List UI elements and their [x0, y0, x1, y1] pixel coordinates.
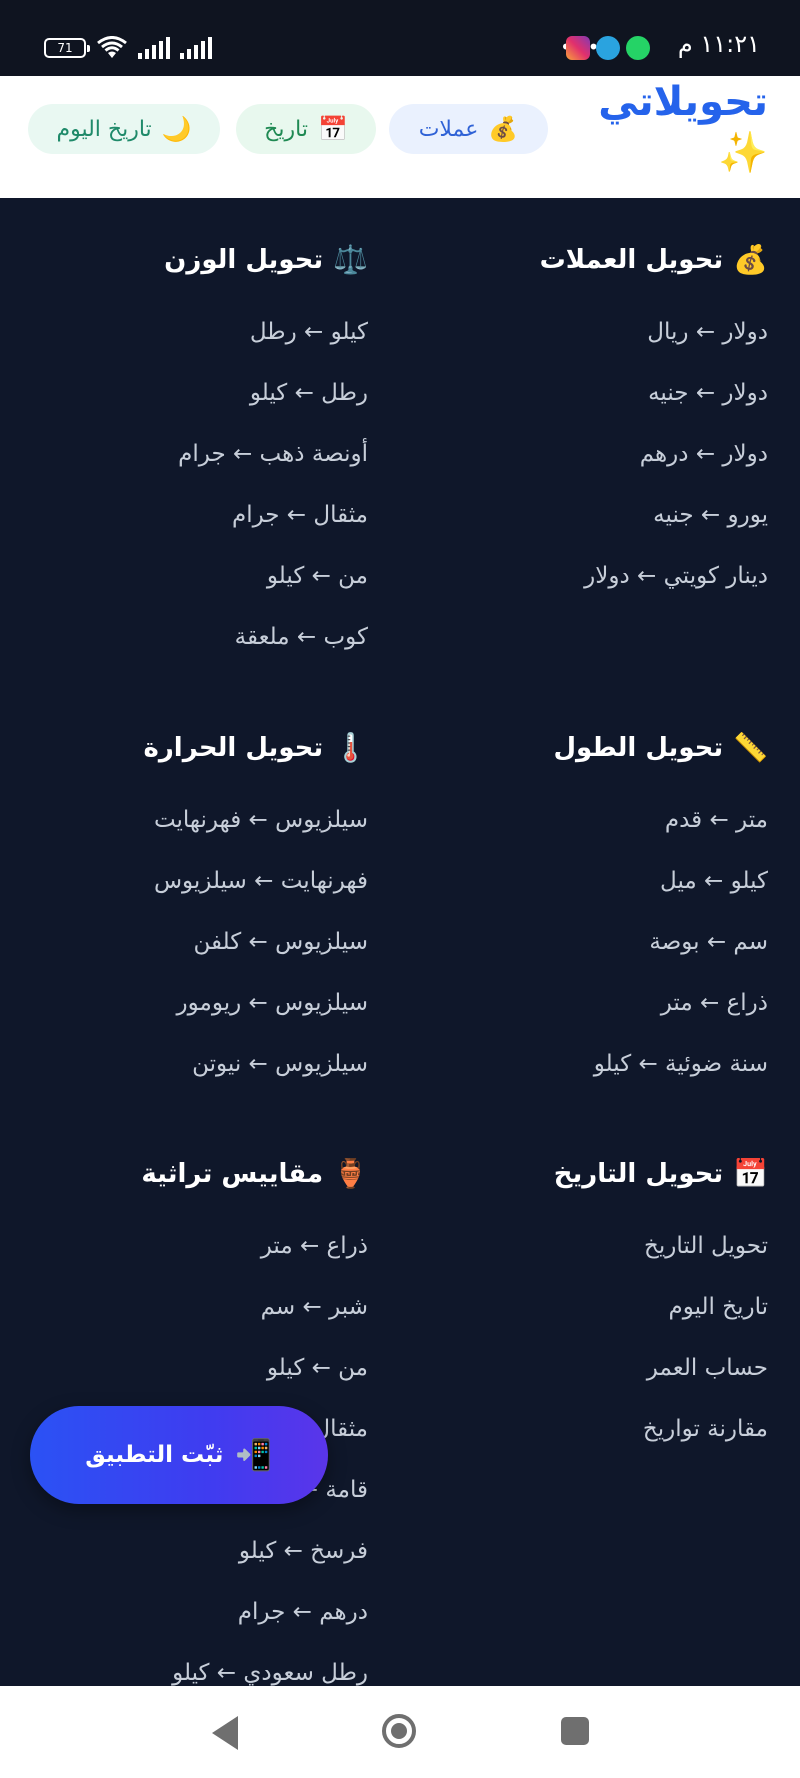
install-app-button[interactable]: 📲 ثبّت التطبيق: [30, 1406, 328, 1504]
moon-icon: 🌙: [161, 115, 192, 143]
status-left-group: 71: [44, 36, 212, 60]
section-title-currency: 💰 تحويل العملات: [428, 240, 768, 280]
section-title-length: 📏 تحويل الطول: [428, 728, 768, 768]
money-bag-icon: 💰: [488, 115, 519, 143]
date-links: تحويل التاريخ تاريخ اليوم حساب العمر مقا…: [428, 1226, 768, 1470]
section-currency: 💰 تحويل العملات دولار ← ريال دولار ← جني…: [428, 240, 768, 617]
link-item[interactable]: سيلزيوس ← فهرنهايت: [28, 800, 368, 861]
section-temperature: 🌡️ تحويل الحرارة سيلزيوس ← فهرنهايت فهرن…: [28, 728, 368, 1105]
money-bag-icon: 💰: [733, 243, 768, 276]
install-app-label: ثبّت التطبيق: [85, 1442, 224, 1468]
date-pill-button[interactable]: 📅 تاريخ: [236, 104, 376, 154]
app-header: تحويلاتي ✨ 💰 عملات 📅 تاريخ 🌙 تاريخ اليوم: [0, 76, 800, 198]
pill-label: تاريخ اليوم: [56, 116, 152, 142]
section-title-text: تحويل الوزن: [164, 245, 324, 275]
link-item[interactable]: من ← كيلو: [28, 556, 368, 617]
sparkles-icon: ✨: [718, 130, 768, 176]
section-weight: ⚖️ تحويل الوزن كيلو ← رطل رطل ← كيلو أون…: [28, 240, 368, 678]
whatsapp-icon: [626, 36, 650, 60]
battery-level: 71: [57, 41, 73, 55]
system-nav-bar: [0, 1686, 800, 1778]
section-length: 📏 تحويل الطول متر ← قدم كيلو ← ميل سم ← …: [428, 728, 768, 1105]
calendar-icon: 📅: [733, 1157, 768, 1190]
link-item[interactable]: فهرنهايت ← سيلزيوس: [28, 861, 368, 922]
link-item[interactable]: رطل ← كيلو: [28, 373, 368, 434]
battery-icon: 71: [44, 38, 90, 58]
section-title-text: تحويل الطول: [553, 733, 724, 763]
link-item[interactable]: متر ← قدم: [428, 800, 768, 861]
thermometer-icon: 🌡️: [333, 731, 368, 764]
home-icon[interactable]: [382, 1714, 416, 1748]
status-bar: 71 •••: [0, 0, 800, 76]
section-title-text: تحويل العملات: [539, 245, 724, 275]
section-title-heritage: 🏺 مقاييس تراثية: [28, 1154, 368, 1194]
back-icon[interactable]: [212, 1716, 238, 1750]
section-date: 📅 تحويل التاريخ تحويل التاريخ تاريخ اليو…: [428, 1154, 768, 1470]
link-item[interactable]: مقارنة تواريخ: [428, 1409, 768, 1470]
app-root: 71 •••: [0, 0, 800, 1778]
link-item[interactable]: تاريخ اليوم: [428, 1287, 768, 1348]
calendar-icon: 📅: [317, 115, 348, 143]
link-item[interactable]: سيلزيوس ← كلفن: [28, 922, 368, 983]
temperature-links: سيلزيوس ← فهرنهايت فهرنهايت ← سيلزيوس سي…: [28, 800, 368, 1105]
link-item[interactable]: ذراع ← متر: [428, 983, 768, 1044]
today-date-pill-button[interactable]: 🌙 تاريخ اليوم: [28, 104, 220, 154]
section-title-text: تحويل الحرارة: [143, 733, 324, 763]
weight-links: كيلو ← رطل رطل ← كيلو أونصة ذهب ← جرام م…: [28, 312, 368, 678]
scales-icon: ⚖️: [333, 243, 368, 276]
brand-title: تحويلاتي: [598, 79, 768, 125]
link-item[interactable]: كيلو ← ميل: [428, 861, 768, 922]
section-title-text: تحويل التاريخ: [553, 1159, 724, 1189]
length-links: متر ← قدم كيلو ← ميل سم ← بوصة ذراع ← مت…: [428, 800, 768, 1105]
link-item[interactable]: أونصة ذهب ← جرام: [28, 434, 368, 495]
signal-icon-2: [180, 37, 212, 59]
link-item[interactable]: مثقال ← جرام: [28, 495, 368, 556]
link-item[interactable]: دولار ← ريال: [428, 312, 768, 373]
brand-logo[interactable]: تحويلاتي ✨: [598, 78, 768, 180]
section-title-weight: ⚖️ تحويل الوزن: [28, 240, 368, 280]
link-item[interactable]: دولار ← جنيه: [428, 373, 768, 434]
link-item[interactable]: سيلزيوس ← ريومور: [28, 983, 368, 1044]
link-item[interactable]: درهم ← جرام: [28, 1592, 368, 1653]
link-item[interactable]: كوب ← ملعقة: [28, 617, 368, 678]
link-item[interactable]: سنة ضوئية ← كيلو: [428, 1044, 768, 1105]
telegram-icon: [596, 36, 620, 60]
instagram-icon: [566, 36, 590, 60]
amphora-icon: 🏺: [333, 1157, 368, 1190]
link-item[interactable]: سم ← بوصة: [428, 922, 768, 983]
pill-label: تاريخ: [264, 116, 308, 142]
section-title-text: مقاييس تراثية: [141, 1159, 324, 1189]
status-time: ١١:٢١ م: [677, 30, 760, 58]
link-item[interactable]: سيلزيوس ← نيوتن: [28, 1044, 368, 1105]
link-item[interactable]: دولار ← درهم: [428, 434, 768, 495]
link-item[interactable]: من ← كيلو: [28, 1348, 368, 1409]
link-item[interactable]: يورو ← جنيه: [428, 495, 768, 556]
section-title-date: 📅 تحويل التاريخ: [428, 1154, 768, 1194]
link-item[interactable]: ذراع ← متر: [28, 1226, 368, 1287]
section-title-temperature: 🌡️ تحويل الحرارة: [28, 728, 368, 768]
link-item[interactable]: شبر ← سم: [28, 1287, 368, 1348]
link-item[interactable]: كيلو ← رطل: [28, 312, 368, 373]
link-item[interactable]: فرسخ ← كيلو: [28, 1531, 368, 1592]
currency-links: دولار ← ريال دولار ← جنيه دولار ← درهم ي…: [428, 312, 768, 617]
signal-icon: [138, 37, 170, 59]
wifi-icon: [97, 36, 127, 58]
currency-pill-button[interactable]: 💰 عملات: [389, 104, 548, 154]
mobile-install-icon: 📲: [235, 1437, 273, 1473]
recents-icon[interactable]: [561, 1717, 589, 1745]
link-item[interactable]: حساب العمر: [428, 1348, 768, 1409]
link-item[interactable]: تحويل التاريخ: [428, 1226, 768, 1287]
pill-label: عملات: [418, 116, 479, 142]
ruler-icon: 📏: [733, 731, 768, 764]
link-item[interactable]: دينار كويتي ← دولار: [428, 556, 768, 617]
notification-icons: [566, 36, 650, 60]
